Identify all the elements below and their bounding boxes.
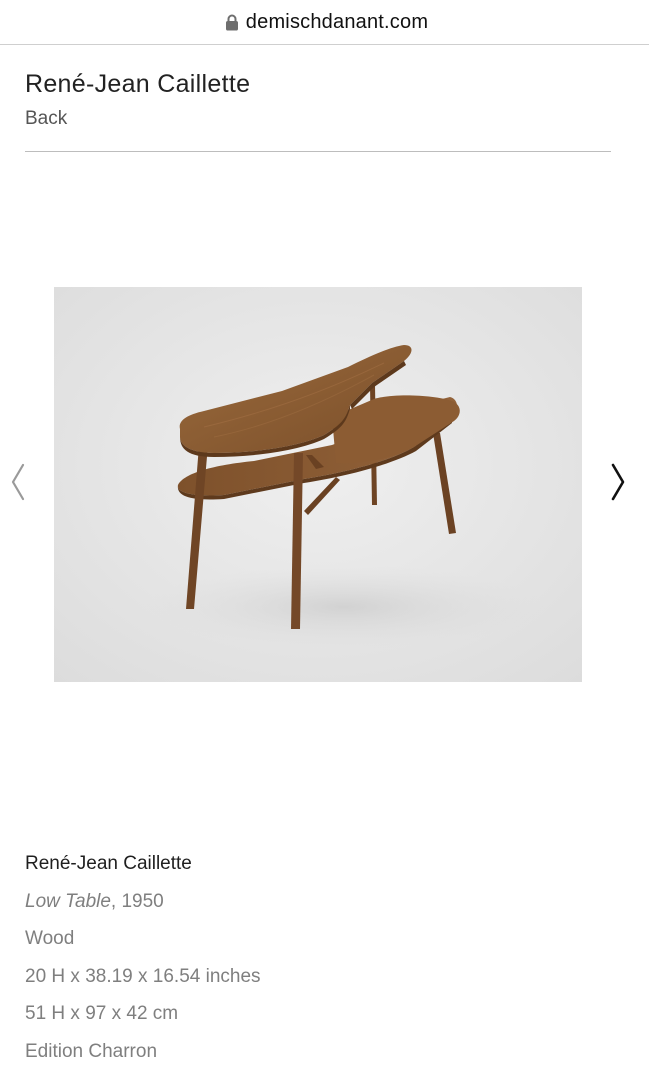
chevron-left-icon (11, 463, 25, 501)
dimensions-cm: 51 H x 97 x 42 cm (25, 1003, 179, 1025)
artwork-title-line: Low Table, 1950 (25, 883, 615, 921)
url-bar[interactable]: demischdanant.com (0, 0, 649, 45)
artwork-details: René-Jean Caillette Low Table, 1950 Wood… (25, 845, 615, 1071)
chevron-right-icon (611, 463, 625, 501)
dimensions-inches: 20 H x 38.19 x 16.54 inches (25, 965, 261, 987)
artwork-title: Low Table (25, 890, 111, 912)
header-divider (25, 151, 611, 152)
back-link[interactable]: Back (25, 108, 67, 130)
url-display[interactable]: demischdanant.com (225, 11, 428, 34)
low-table-illustration (54, 287, 582, 682)
artwork-year: , 1950 (110, 890, 164, 912)
next-image-button[interactable] (606, 459, 630, 505)
artist-name: René-Jean Caillette (25, 853, 192, 874)
product-photo (54, 287, 582, 682)
url-text: demischdanant.com (245, 10, 429, 33)
artwork-edition: Edition Charron (25, 1040, 158, 1062)
lock-icon (225, 14, 239, 31)
page-title: René-Jean Caillette (25, 70, 251, 98)
image-gallery (0, 287, 649, 682)
previous-image-button[interactable] (6, 459, 30, 505)
artwork-material: Wood (25, 928, 75, 950)
page-header: René-Jean Caillette Back (25, 70, 611, 130)
